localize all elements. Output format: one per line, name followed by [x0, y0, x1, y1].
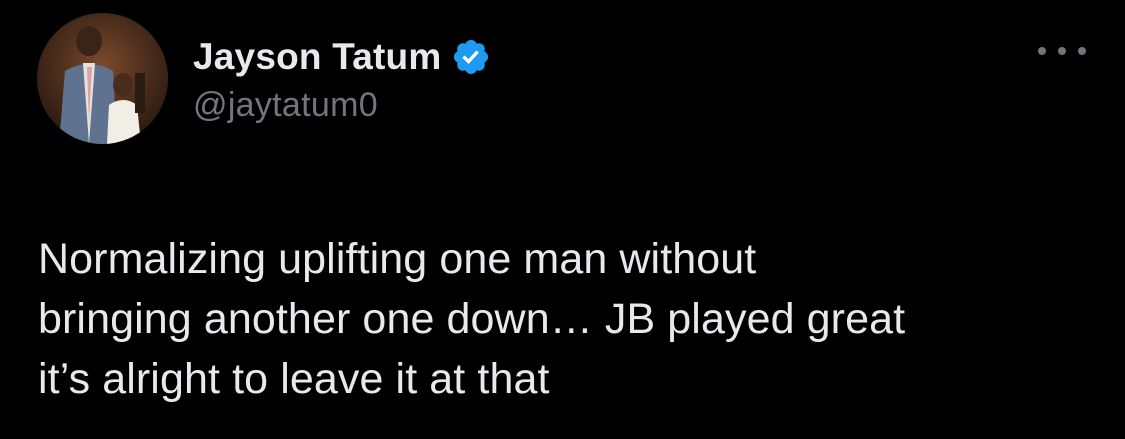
more-dot	[1038, 47, 1046, 55]
more-options-icon[interactable]	[1038, 38, 1086, 64]
more-dot	[1058, 47, 1066, 55]
profile-photo-icon	[37, 13, 168, 144]
author-handle[interactable]: @jaytatum0	[193, 86, 378, 125]
tweet-text-line: Normalizing uplifting one man without	[38, 235, 757, 283]
more-dot	[1078, 47, 1086, 55]
avatar[interactable]	[37, 13, 168, 144]
verified-badge-icon[interactable]	[451, 37, 491, 77]
display-name[interactable]: Jayson Tatum	[193, 36, 441, 78]
tweet-text-line: bringing another one down… JB played gre…	[38, 295, 906, 343]
tweet-text-line: it’s alright to leave it at that	[38, 355, 550, 403]
author-name-row: Jayson Tatum	[193, 34, 491, 80]
tweet-text: Normalizing uplifting one man without br…	[38, 229, 1088, 409]
tweet-card: Jayson Tatum @jaytatum0 Normalizing upli…	[0, 0, 1125, 439]
